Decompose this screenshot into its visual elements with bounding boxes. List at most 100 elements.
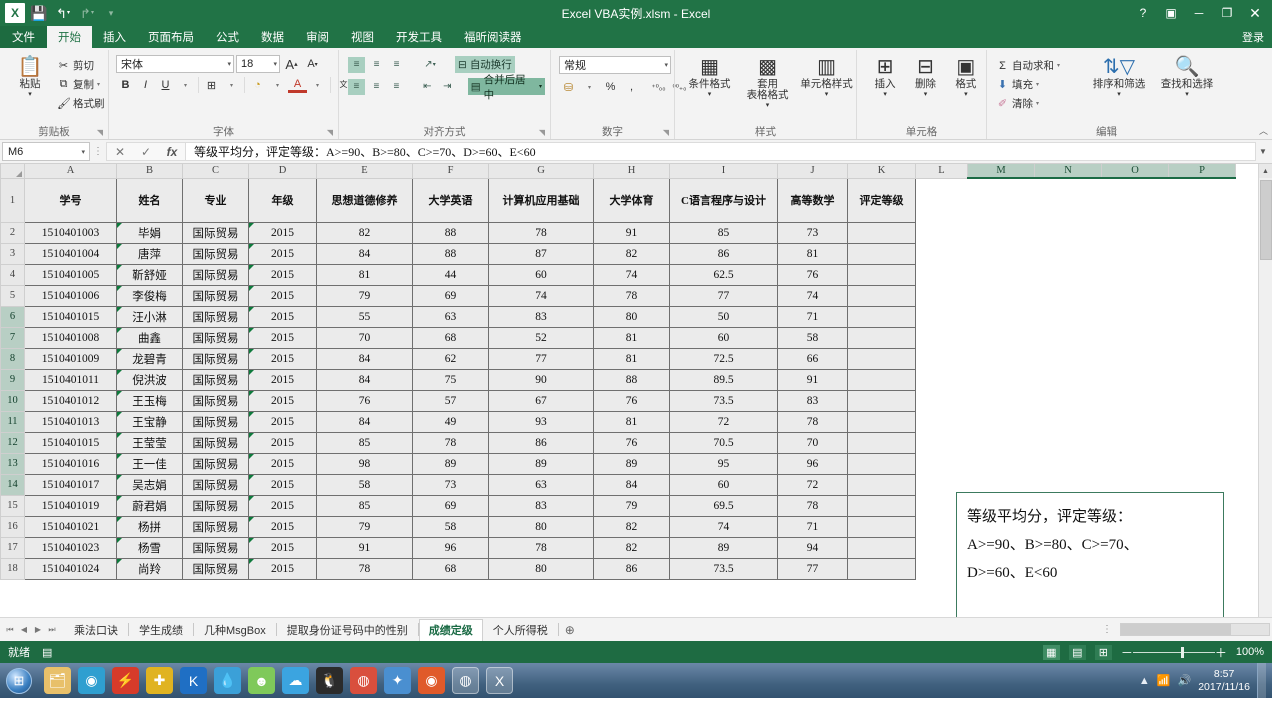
insert-cells-button[interactable]: ⊞ 插入 ▾ [868,54,902,98]
cell[interactable]: 55 [316,305,413,328]
header-cell-xingming[interactable]: 姓名 [116,177,183,223]
delete-cells-button[interactable]: ⊟ 删除 ▾ [908,54,942,98]
font-color-dropdown-icon[interactable]: ▾ [308,76,327,94]
cell[interactable]: 74 [777,284,848,307]
vertical-scroll-thumb[interactable] [1260,180,1272,260]
chrome-browser-icon[interactable]: ◍ [350,667,377,694]
cell[interactable]: 66 [777,347,848,370]
decrease-font-size-button[interactable]: A ▾ [303,55,322,73]
empty-cell[interactable] [915,243,968,264]
cell[interactable] [847,368,916,391]
cell[interactable] [847,347,916,370]
increase-font-size-button[interactable]: A ▴ [282,55,301,73]
accounting-format-icon[interactable]: ⛁ [559,78,578,96]
cell[interactable]: 国际贸易 [182,326,249,349]
sheet-tab-tiquxingbie[interactable]: 提取身份证号码中的性别 [277,620,418,640]
cell[interactable]: 80 [488,515,594,538]
cell[interactable]: 78 [777,494,848,517]
clear-button[interactable]: ✐ 清除 ▾ [996,95,1082,112]
col-header-M[interactable]: M [967,164,1035,179]
cell[interactable]: 68 [412,557,489,580]
zoom-out-button[interactable]: － [1121,644,1133,661]
cell[interactable] [847,284,916,307]
number-dialog-launcher[interactable]: ◥ [663,126,669,139]
cell[interactable]: 国际贸易 [182,536,249,559]
cell[interactable] [847,494,916,517]
cell[interactable]: 86 [488,431,594,454]
col-header-L[interactable]: L [915,164,968,179]
underline-dropdown-icon[interactable]: ▾ [176,76,195,94]
tab-insert[interactable]: 插入 [92,26,137,48]
minimize-button[interactable]: － [1186,2,1212,24]
cell[interactable]: 龙碧青 [116,347,183,370]
cell[interactable]: 2015 [248,452,317,475]
empty-cell[interactable] [1034,453,1102,474]
empty-cell[interactable] [915,390,968,411]
cell[interactable] [847,473,916,496]
restore-button[interactable]: ❐ [1214,2,1240,24]
tab-home[interactable]: 开始 [47,26,92,48]
cell[interactable]: 69 [412,494,489,517]
cell[interactable]: 王宝静 [116,410,183,433]
underline-button[interactable]: U [156,76,175,94]
cell[interactable]: 83 [777,389,848,412]
cell[interactable]: 89 [488,452,594,475]
cell[interactable] [847,431,916,454]
cell[interactable]: 84 [316,368,413,391]
font-size-combo[interactable]: 18 ▾ [236,55,280,73]
cell[interactable]: 60 [669,326,778,349]
cell[interactable] [847,242,916,265]
cell[interactable]: 82 [593,515,670,538]
qq-messenger-icon[interactable]: 🐧 [316,667,343,694]
align-middle-button[interactable]: ≡ [368,57,385,73]
font-dialog-launcher[interactable]: ◥ [327,126,333,139]
cell[interactable]: 95 [669,452,778,475]
cell[interactable]: 毕娟 [116,221,183,244]
cell[interactable]: 90 [488,368,594,391]
media-firefox-icon[interactable]: ◉ [418,667,445,694]
cell[interactable]: 91 [777,368,848,391]
col-header-E[interactable]: E [316,164,413,179]
cell[interactable]: 84 [316,410,413,433]
header-cell-jisuanji[interactable]: 计算机应用基础 [488,177,594,223]
vertical-scrollbar[interactable]: ▲ [1258,164,1272,617]
cell[interactable]: 78 [777,410,848,433]
format-painter-button[interactable]: 🖌 格式刷 [57,95,105,112]
cell[interactable]: 80 [593,305,670,328]
cell[interactable]: 84 [316,242,413,265]
col-header-A[interactable]: A [24,164,117,179]
volume-icon[interactable]: 🔊 [1178,674,1192,687]
orientation-button[interactable]: ↗ ▾ [419,57,441,73]
align-top-button[interactable]: ≡ [348,56,365,73]
empty-cell[interactable] [967,178,1035,222]
cell[interactable]: 81 [593,326,670,349]
header-cell-sixiang[interactable]: 思想道德修养 [316,177,413,223]
clipboard-dialog-launcher[interactable]: ◥ [97,126,103,139]
cancel-edit-button[interactable]: ✕ [107,145,133,159]
row-header-13[interactable]: 13 [0,452,25,475]
empty-cell[interactable] [915,432,968,453]
tab-page-layout[interactable]: 页面布局 [137,26,205,48]
cell[interactable]: 1510401024 [24,557,117,580]
cell[interactable]: 国际贸易 [182,473,249,496]
cell[interactable]: 89 [593,452,670,475]
cell[interactable]: 国际贸易 [182,368,249,391]
header-cell-nianji[interactable]: 年级 [248,177,317,223]
select-all-corner[interactable] [0,164,25,179]
cell[interactable]: 82 [593,242,670,265]
cell[interactable]: 汪小淋 [116,305,183,328]
row-header-6[interactable]: 6 [0,305,25,328]
row-header-12[interactable]: 12 [0,431,25,454]
borders-dropdown-icon[interactable]: ▾ [222,76,241,94]
empty-cell[interactable] [967,432,1035,453]
insert-function-button[interactable]: fx [159,145,185,159]
cell[interactable]: 96 [412,536,489,559]
cell[interactable]: 83 [488,494,594,517]
empty-cell[interactable] [1101,243,1169,264]
cell[interactable]: 2015 [248,263,317,286]
row-header-7[interactable]: 7 [0,326,25,349]
cell[interactable]: 68 [412,326,489,349]
cell[interactable]: 78 [316,557,413,580]
tab-split-handle[interactable]: ⋮ [1102,624,1112,635]
cell[interactable]: 74 [488,284,594,307]
